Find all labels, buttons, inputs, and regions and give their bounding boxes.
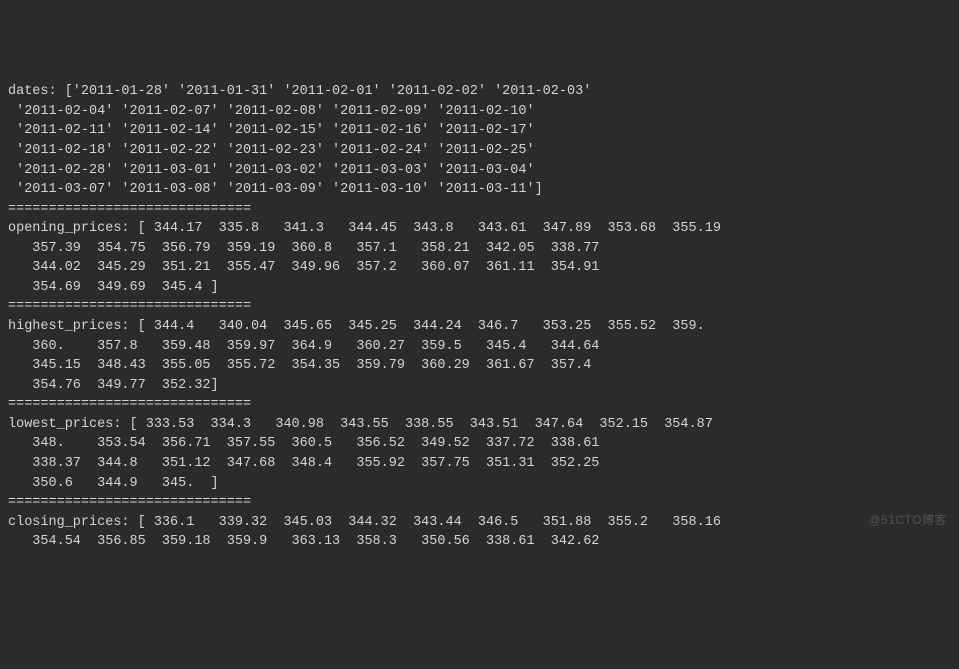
terminal-output: dates: ['2011-01-28' '2011-01-31' '2011-… <box>8 82 951 552</box>
watermark-text: @51CTO博客 <box>868 512 947 529</box>
